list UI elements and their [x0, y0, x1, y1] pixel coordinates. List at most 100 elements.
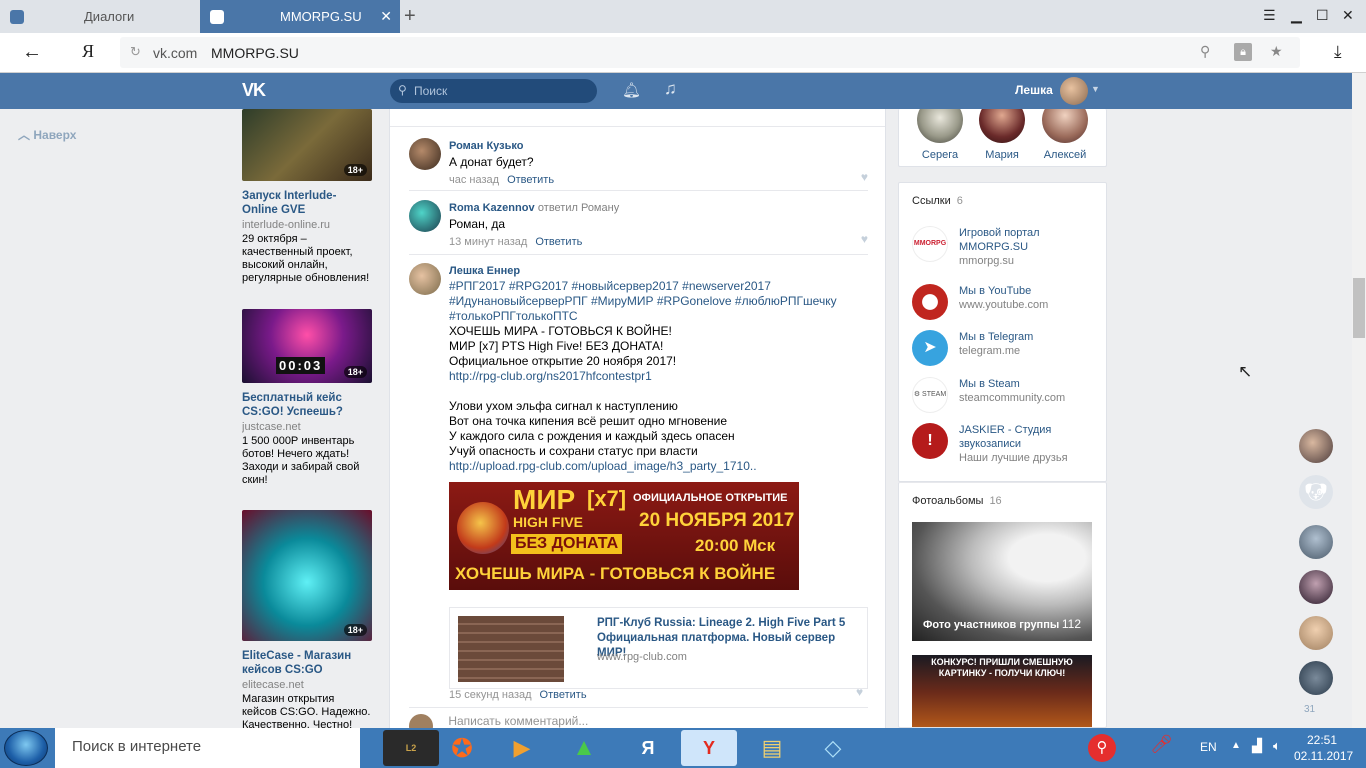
scrollbar[interactable] [1352, 73, 1366, 728]
album-cover[interactable]: Фото участников группы 112 [912, 522, 1092, 641]
chat-count[interactable]: 31 [1304, 704, 1315, 715]
menu-icon[interactable]: ☰ [1263, 7, 1276, 24]
ad-title[interactable]: Бесплатный кейс CS:GO! Успеешь? [242, 391, 372, 419]
avatar[interactable] [917, 109, 963, 143]
language-indicator[interactable]: EN [1200, 740, 1217, 754]
start-button[interactable] [4, 730, 48, 766]
tab-dialogs[interactable]: Диалоги [0, 0, 200, 33]
folder-app-icon[interactable]: ▤ [744, 730, 800, 766]
link-title[interactable]: Мы в Telegram [959, 330, 1104, 344]
comment-link[interactable]: http://rpg-club.org/ns2017hfcontestpr1 [449, 369, 868, 384]
links-header[interactable]: Ссылки 6 [912, 195, 963, 207]
avatar[interactable] [409, 200, 441, 232]
comment-time[interactable]: 15 секунд назад [449, 689, 532, 701]
avatar[interactable] [1299, 525, 1333, 559]
comment-input-placeholder[interactable]: Написать комментарий... [448, 714, 588, 728]
avatar[interactable] [979, 109, 1025, 143]
vk-logo[interactable]: VK [242, 80, 266, 101]
taskbar-search-input[interactable]: Поиск в интернете [55, 728, 360, 768]
comment-author[interactable]: Лешка Еннер [449, 265, 520, 277]
ad-image[interactable]: 18+ [242, 109, 372, 181]
tab-mmorpg[interactable]: MMORPG.SU ✕ [200, 0, 400, 33]
avatar[interactable] [409, 138, 441, 170]
tray-expand-icon[interactable]: ▲ [1231, 740, 1241, 751]
ad-image[interactable]: 18+ [242, 510, 372, 641]
new-tab-icon[interactable]: + [404, 5, 416, 28]
link-title[interactable]: Мы в Steam [959, 377, 1104, 391]
avatar[interactable] [1299, 616, 1333, 650]
like-heart-icon[interactable]: ♥ [861, 232, 868, 246]
friend-name[interactable]: Мария [972, 149, 1032, 161]
ad-title[interactable]: EliteCase - Магазин кейсов CS:GO [242, 649, 372, 677]
user-name[interactable]: Лешка [1015, 83, 1053, 97]
ad-item[interactable]: 00:03 18+ Бесплатный кейс CS:GO! Успеешь… [242, 309, 372, 487]
back-to-top-link[interactable]: ︿ Наверх [18, 126, 76, 143]
friend-name[interactable]: Серега [910, 149, 970, 161]
comment-time[interactable]: час назад [449, 174, 499, 186]
comment-author[interactable]: Roma Kazennov [449, 202, 535, 214]
green-app-icon[interactable]: ▲ [556, 730, 612, 766]
close-tab-icon[interactable]: ✕ [380, 8, 392, 25]
hashtags[interactable]: #РПГ2017 #RPG2017 #новыйсервер2017 #news… [449, 279, 868, 324]
lineage-app-icon[interactable]: L2 [383, 730, 439, 766]
like-heart-icon[interactable]: ♥ [856, 685, 863, 699]
friend-name[interactable]: Алексей [1035, 149, 1095, 161]
comment-link[interactable]: http://upload.rpg-club.com/upload_image/… [449, 459, 868, 474]
signal-icon[interactable]: ▟ [1252, 738, 1262, 754]
search-in-page-icon[interactable]: ⚲ [1200, 43, 1210, 60]
friend-item[interactable]: Мария [972, 109, 1032, 161]
reply-button[interactable]: Ответить [540, 689, 587, 701]
write-comment-row[interactable]: Написать комментарий... [409, 714, 869, 728]
replied-to[interactable]: ответил Роману [538, 202, 619, 214]
maximize-icon[interactable]: ☐ [1316, 7, 1329, 24]
reply-button[interactable]: Ответить [507, 174, 554, 186]
volume-icon[interactable]: 🔈︎ [1273, 738, 1281, 754]
notepad-app-icon[interactable]: ◇ [805, 730, 861, 766]
avatar[interactable] [1299, 661, 1333, 695]
close-window-icon[interactable]: ✕ [1342, 7, 1354, 24]
ad-image[interactable]: 00:03 18+ [242, 309, 372, 383]
comment-time[interactable]: 13 минут назад [449, 236, 527, 248]
video-app-icon[interactable]: ▶ [494, 730, 550, 766]
link-preview-card[interactable]: РПГ-Клуб Russia: Lineage 2. High Five Pa… [449, 607, 868, 689]
avatar[interactable] [1060, 77, 1088, 105]
reply-button[interactable]: Ответить [535, 236, 582, 248]
friend-item[interactable]: Серега [910, 109, 970, 161]
microphone-icon[interactable]: 🎤︎ [1150, 734, 1173, 755]
scrollbar-thumb[interactable] [1353, 278, 1365, 338]
search-icon[interactable]: ⚲ [1088, 734, 1116, 762]
ad-title[interactable]: Запуск Interlude-Online GVE [242, 189, 372, 217]
link-thumbnail[interactable] [458, 616, 564, 682]
like-heart-icon[interactable]: ♥ [861, 170, 868, 184]
yandex-app-icon[interactable]: Я [620, 730, 676, 766]
friend-item[interactable]: Алексей [1035, 109, 1095, 161]
link-title[interactable]: JASKIER - Студия звукозаписи [959, 423, 1104, 451]
albums-header[interactable]: Фотоальбомы 16 [912, 495, 1002, 507]
music-note-icon[interactable]: ♫ [664, 79, 677, 99]
ad-item[interactable]: 18+ Запуск Interlude-Online GVE interlud… [242, 109, 372, 285]
avatar[interactable] [1042, 109, 1088, 143]
lock-icon[interactable]: 🔒︎ [1234, 43, 1252, 61]
bookmark-star-icon[interactable]: ★ [1270, 43, 1283, 60]
download-icon[interactable]: ⤓ [1334, 42, 1342, 62]
minimize-icon[interactable]: ▁ [1291, 7, 1302, 24]
back-arrow-icon[interactable]: ← [22, 41, 42, 64]
link-title[interactable]: Мы в YouTube [959, 284, 1104, 298]
reload-icon[interactable]: ↻ [130, 44, 141, 60]
avatar[interactable] [409, 263, 441, 295]
avatar[interactable] [1299, 570, 1333, 604]
yandex-button[interactable]: Я [82, 41, 94, 62]
yandex-browser-app-icon[interactable]: Y [681, 730, 737, 766]
notifications-bell-icon[interactable]: 🔔︎ [622, 81, 641, 99]
film-reel-app-icon[interactable]: ✪ [434, 730, 490, 766]
chevron-down-icon[interactable]: ▼ [1091, 84, 1100, 94]
ad-item[interactable]: 18+ EliteCase - Магазин кейсов CS:GO eli… [242, 510, 372, 728]
comment-author[interactable]: Роман Кузько [449, 140, 523, 152]
link-title[interactable]: Игровой портал MMORPG.SU [959, 226, 1104, 254]
address-field[interactable]: ↻ vk.com MMORPG.SU ⚲ 🔒︎ ★ [120, 37, 1300, 68]
album-cover[interactable]: КОНКУРС! ПРИШЛИ СМЕШНУЮ КАРТИНКУ - ПОЛУЧ… [912, 655, 1092, 727]
avatar[interactable] [1299, 429, 1333, 463]
search-input[interactable]: ⚲ Поиск [390, 79, 597, 103]
dog-avatar-icon[interactable]: 🐶︎ [1299, 475, 1333, 509]
promo-banner-image[interactable]: МИР [x7] HIGH FIVE БЕЗ ДОНАТА ОФИЦИАЛЬНО… [449, 482, 799, 590]
